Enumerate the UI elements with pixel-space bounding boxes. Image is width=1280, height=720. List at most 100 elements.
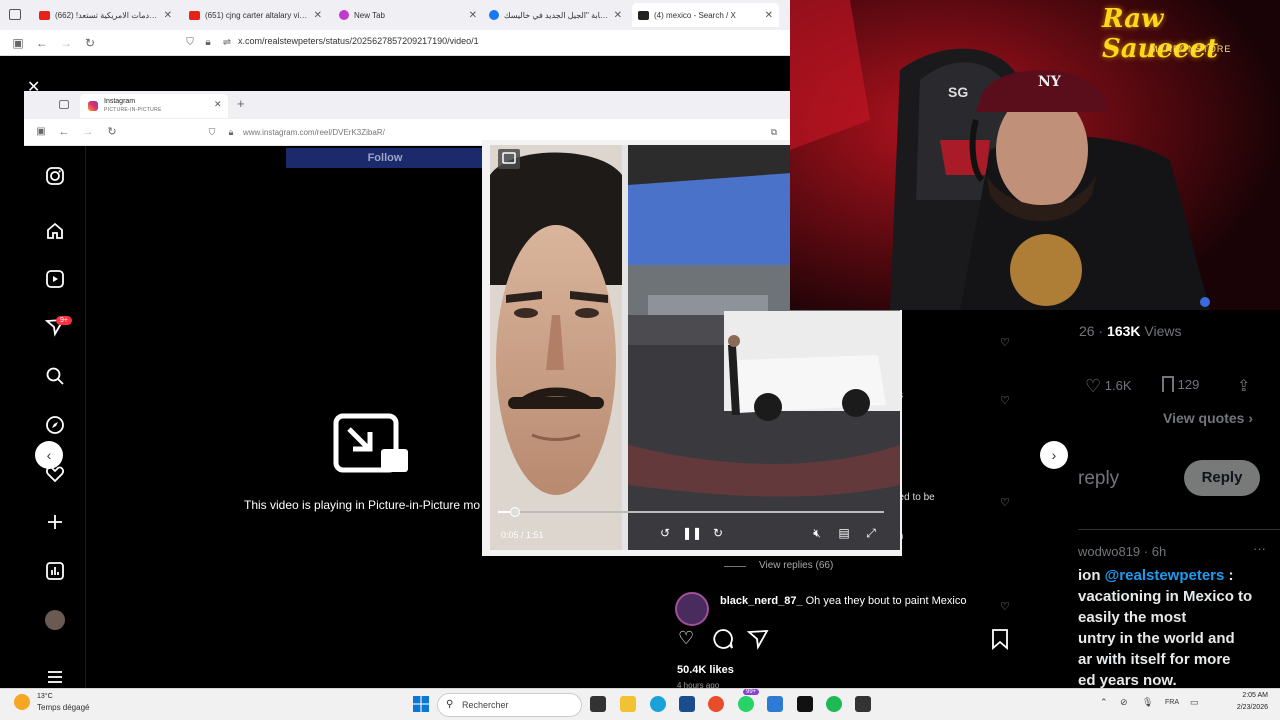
menu-icon[interactable] bbox=[44, 666, 66, 688]
rewind-icon[interactable]: ↺ bbox=[656, 524, 674, 542]
next-media-button[interactable]: › bbox=[1040, 441, 1068, 469]
close-icon[interactable]: ✕ bbox=[765, 10, 773, 21]
reply-author[interactable]: wodwo819 · 6h bbox=[1078, 544, 1166, 559]
reply-button[interactable]: Reply bbox=[1184, 460, 1260, 496]
bookmark-icon bbox=[1162, 376, 1174, 392]
home-icon[interactable] bbox=[44, 221, 66, 243]
share-icon[interactable] bbox=[746, 628, 769, 655]
close-icon[interactable]: ✕ bbox=[214, 99, 222, 110]
dashboard-icon[interactable] bbox=[44, 561, 66, 583]
clock-date[interactable]: 2/23/2026 bbox=[1210, 704, 1268, 711]
share-icon[interactable]: ⇪ bbox=[1237, 376, 1250, 396]
display-icon[interactable]: ▭ bbox=[1190, 697, 1199, 708]
reply-input[interactable]: reply bbox=[1078, 468, 1119, 490]
avatar[interactable] bbox=[675, 592, 709, 626]
pip-progress-bar[interactable] bbox=[498, 511, 884, 513]
close-icon[interactable]: ✕ bbox=[469, 10, 477, 21]
mention-link[interactable]: @realstewpeters bbox=[1105, 567, 1225, 584]
sidebar-toggle-icon[interactable]: ▣ bbox=[9, 34, 27, 52]
explore-icon[interactable] bbox=[44, 415, 66, 437]
firefox-icon[interactable] bbox=[708, 696, 724, 712]
app-icon[interactable] bbox=[767, 696, 783, 712]
tab-youtube-2[interactable]: (651) cjng carter altalary video ✕ bbox=[183, 3, 328, 27]
reply-text-line: vacationing in Mexico to bbox=[1078, 588, 1253, 605]
tab-youtube-1[interactable]: القادمات الامريكية تستعد! (662) ✕ bbox=[33, 3, 178, 27]
tab-new-tab[interactable]: New Tab ✕ bbox=[333, 3, 483, 27]
lock-icon[interactable]: 🔒︎ bbox=[222, 123, 240, 141]
instagram-logo-icon[interactable] bbox=[44, 166, 66, 188]
address-bar[interactable]: x.com/realstewpeters/status/202562785720… bbox=[238, 36, 479, 46]
tab-list-icon[interactable] bbox=[59, 100, 69, 109]
network-icon[interactable]: ⊘ bbox=[1120, 697, 1128, 708]
spotify-icon[interactable] bbox=[826, 696, 842, 712]
view-replies-link[interactable]: View replies (66) bbox=[759, 560, 833, 571]
expand-icon[interactable]: ⤢ bbox=[862, 524, 880, 542]
lock-icon[interactable]: 🔒︎ bbox=[199, 34, 217, 52]
weather-description[interactable]: Temps dégagé bbox=[37, 703, 89, 712]
clock-time[interactable]: 2:05 AM bbox=[1210, 692, 1268, 699]
permissions-icon[interactable]: ⇌ bbox=[218, 34, 236, 52]
mute-icon[interactable]: 🔇︎ bbox=[808, 524, 826, 542]
reels-icon[interactable] bbox=[44, 269, 66, 291]
search-icon[interactable] bbox=[44, 366, 66, 388]
reload-icon[interactable]: ↻ bbox=[103, 123, 121, 141]
taskbar-search[interactable]: ⚲ Rechercher bbox=[437, 693, 582, 717]
post-time: 4 hours ago bbox=[677, 681, 720, 688]
shield-icon[interactable]: ⛉ bbox=[181, 34, 199, 52]
forward-icon[interactable]: ↻ bbox=[709, 524, 727, 542]
tab-instagram[interactable]: Instagram PICTURE-IN-PICTURE ✕ bbox=[80, 94, 228, 118]
chevron-up-icon[interactable]: ⌃ bbox=[1100, 697, 1108, 708]
close-icon[interactable]: ✕ bbox=[164, 10, 172, 21]
store-icon[interactable] bbox=[679, 696, 695, 712]
profile-avatar[interactable] bbox=[44, 609, 66, 631]
task-view-icon[interactable] bbox=[590, 696, 606, 712]
previous-reel-button[interactable]: ‹ bbox=[35, 441, 63, 469]
tab-x-search[interactable]: (4) mexico - Search / X ✕ bbox=[632, 3, 779, 27]
file-explorer-icon[interactable] bbox=[620, 696, 636, 712]
comment-body: Oh yea they bout to paint Mexico bbox=[805, 595, 967, 607]
windows-taskbar: 13°C Temps dégagé ⚲ Rechercher 99+ ⌃ ⊘ 🎙… bbox=[0, 688, 1280, 720]
weather-sun-icon[interactable] bbox=[14, 694, 30, 710]
app-icon[interactable] bbox=[855, 696, 871, 712]
new-tab-icon[interactable]: + bbox=[237, 96, 245, 111]
mic-icon[interactable]: 🎙︎ bbox=[1142, 697, 1153, 708]
comment-like-icon[interactable]: ♡ bbox=[1000, 336, 1010, 349]
more-icon[interactable]: ··· bbox=[1253, 541, 1266, 556]
chair-logo: SG bbox=[948, 84, 969, 100]
windows-start-icon[interactable] bbox=[413, 696, 429, 712]
back-icon[interactable]: ← bbox=[33, 34, 51, 52]
like-button[interactable]: ♡ 1.6K bbox=[1085, 376, 1132, 397]
address-bar[interactable]: www.instagram.com/reel/DVErK3ZibaR/ bbox=[243, 128, 385, 137]
forward-icon[interactable]: → bbox=[57, 34, 75, 52]
shield-icon[interactable]: ⛉ bbox=[203, 123, 221, 141]
follow-button[interactable]: Follow bbox=[286, 148, 484, 168]
close-icon[interactable]: ✕ bbox=[314, 10, 322, 21]
create-icon[interactable] bbox=[44, 512, 66, 534]
weather-temperature[interactable]: 13°C bbox=[37, 693, 53, 700]
keyboard-language[interactable]: FRA bbox=[1165, 699, 1179, 706]
tab-list-icon[interactable] bbox=[9, 9, 21, 20]
comment-icon[interactable] bbox=[712, 628, 734, 655]
reply-text-line: ion @realstewpeters : bbox=[1078, 567, 1234, 584]
reply-text-line: ar with itself for more bbox=[1078, 651, 1231, 668]
app-icon[interactable] bbox=[797, 696, 813, 712]
close-icon[interactable]: ✕ bbox=[614, 10, 622, 21]
edge-icon[interactable] bbox=[650, 696, 666, 712]
pause-icon[interactable]: ❚❚ bbox=[682, 524, 702, 542]
forward-icon[interactable]: → bbox=[79, 123, 97, 141]
tab-facebook[interactable]: عصابة "الجيل الجديد في خاليسك ✕ bbox=[483, 3, 628, 27]
reload-icon[interactable]: ↻ bbox=[81, 34, 99, 52]
view-quotes-link[interactable]: View quotes › bbox=[1163, 410, 1253, 426]
captions-icon[interactable]: ▤ bbox=[835, 524, 853, 542]
comment-username[interactable]: black_nerd_87_ bbox=[720, 595, 803, 607]
whatsapp-icon[interactable] bbox=[738, 696, 754, 712]
pip-toggle-icon[interactable]: ⧉ bbox=[765, 123, 783, 141]
comment-like-icon[interactable]: ♡ bbox=[1000, 600, 1010, 613]
like-icon[interactable]: ♡ bbox=[678, 628, 694, 649]
sidebar-toggle-icon[interactable]: ▣ bbox=[32, 123, 50, 141]
comment-like-icon[interactable]: ♡ bbox=[1000, 394, 1010, 407]
back-icon[interactable]: ← bbox=[55, 123, 73, 141]
bookmark-icon[interactable] bbox=[991, 628, 1009, 655]
bookmark-button[interactable]: 129 bbox=[1162, 376, 1199, 392]
comment-like-icon[interactable]: ♡ bbox=[1000, 496, 1010, 509]
